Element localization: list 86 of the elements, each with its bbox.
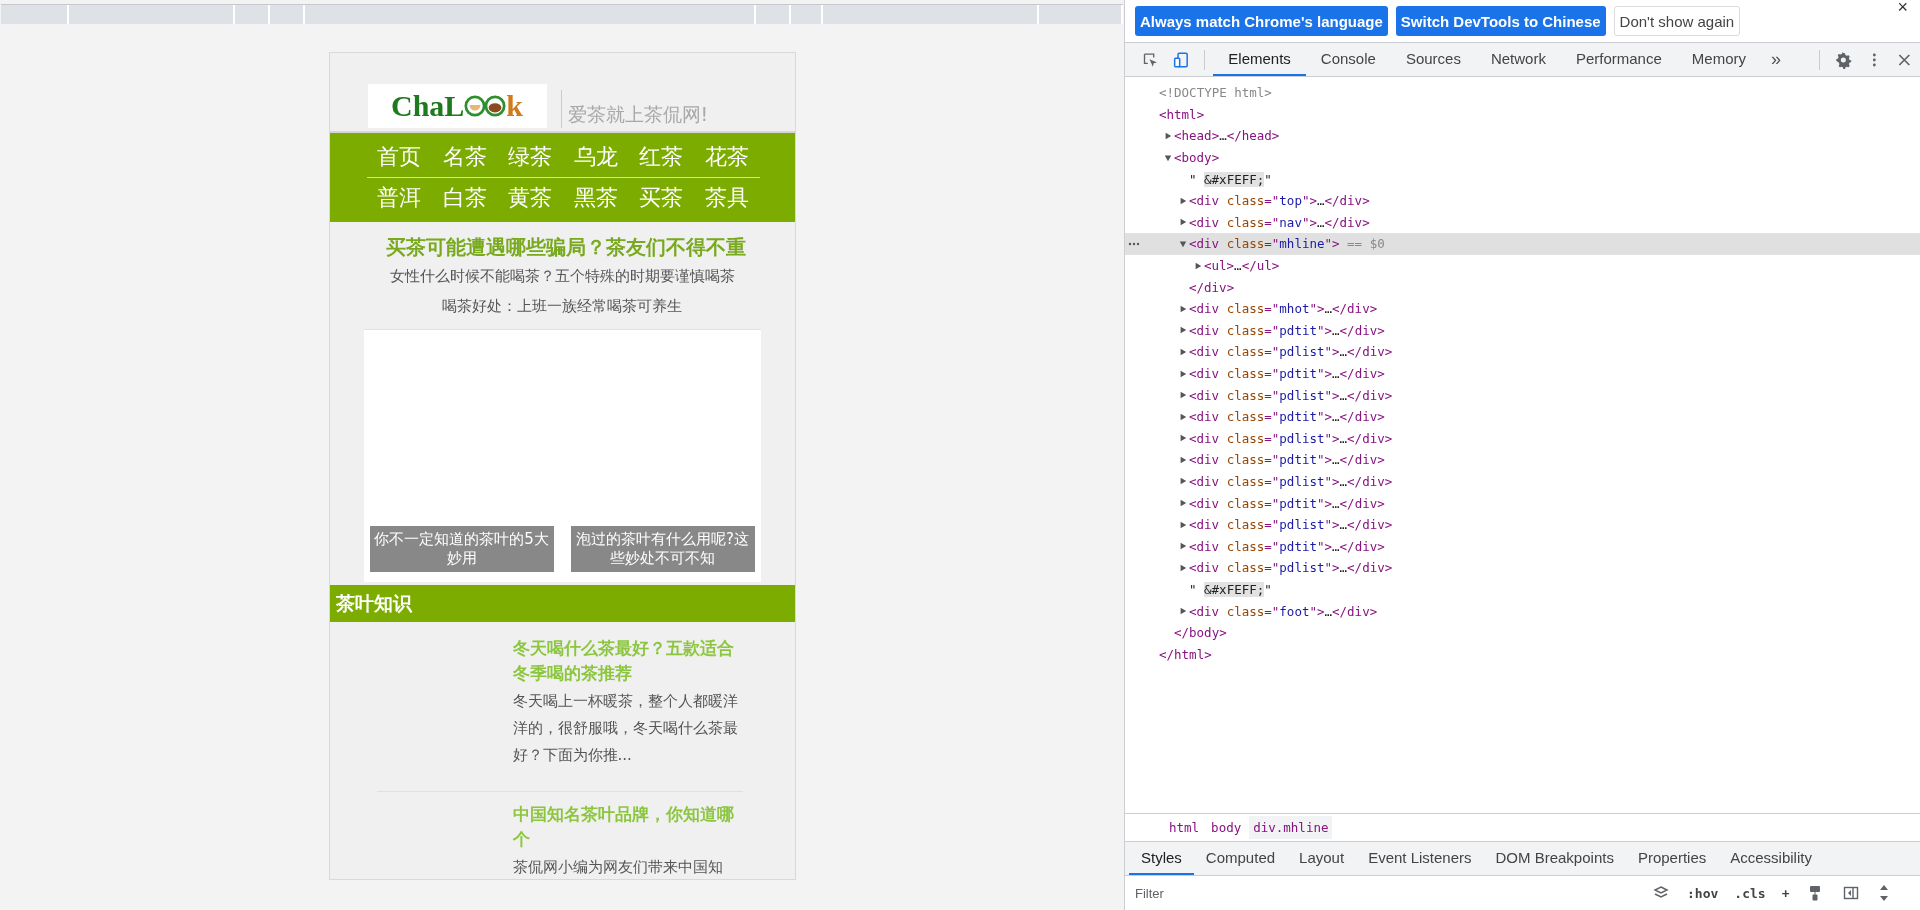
dom-node[interactable]: <div class="pdlist">…</div>: [1189, 517, 1393, 533]
article-summary: 冬天喝上一杯暖茶，整个人都暖洋洋的，很舒服哦，冬天喝什么茶最好？下面为你推...: [512, 691, 739, 766]
panel-tab[interactable]: Console: [1305, 43, 1391, 76]
dom-node[interactable]: <div class="top">…</div>: [1189, 193, 1370, 209]
teapot-icon: [464, 94, 507, 118]
breadcrumb[interactable]: div.mhline: [1249, 816, 1333, 839]
panel-tab[interactable]: Memory: [1676, 43, 1761, 76]
news-link[interactable]: 喝茶好处：上班一族经常喝茶可养生: [329, 291, 795, 321]
expand-arrow-icon[interactable]: [1179, 607, 1187, 616]
dom-node[interactable]: <ul>…</ul>: [1204, 258, 1280, 274]
banner-button[interactable]: Switch DevTools to Chinese: [1395, 6, 1606, 36]
banner-button[interactable]: Always match Chrome's language: [1135, 6, 1388, 36]
dom-node[interactable]: </html>: [1159, 646, 1212, 662]
expand-arrow-icon[interactable]: [1179, 455, 1187, 464]
dom-node[interactable]: <div class="nav">…</div>: [1189, 214, 1370, 230]
dom-node[interactable]: <div class="pdtit">…</div>: [1189, 322, 1385, 338]
expand-arrow-icon[interactable]: [1179, 391, 1187, 400]
expand-arrow-icon[interactable]: [1179, 218, 1187, 227]
dom-node[interactable]: </body>: [1174, 625, 1227, 641]
pane-tab[interactable]: DOM Breakpoints: [1483, 842, 1626, 875]
pane-tab[interactable]: Layout: [1287, 842, 1357, 875]
pane-tab[interactable]: Accessibility: [1718, 842, 1824, 875]
dom-node[interactable]: <div class="pdtit">…</div>: [1189, 452, 1385, 468]
pane-tab[interactable]: Styles: [1129, 842, 1194, 875]
close-button[interactable]: ×: [1897, 0, 1908, 18]
slide-caption[interactable]: 泡过的茶叶有什么用呢?这些妙处不可不知: [570, 526, 755, 572]
expand-arrow-icon[interactable]: [1179, 196, 1187, 205]
dom-node[interactable]: <div class="pdlist">…</div>: [1189, 430, 1393, 446]
dom-node[interactable]: <div class="mhot">…</div>: [1189, 301, 1378, 317]
expand-arrow-icon[interactable]: [1179, 412, 1187, 421]
dom-node[interactable]: <div class="mhline"> == $0: [1189, 236, 1385, 252]
expand-arrow-icon[interactable]: [1179, 347, 1187, 356]
device-icon[interactable]: [1172, 50, 1190, 69]
expand-arrow-icon[interactable]: [1179, 434, 1187, 443]
dom-node[interactable]: <head>…</head>: [1174, 128, 1280, 144]
dom-node[interactable]: <div class="pdlist">…</div>: [1189, 344, 1393, 360]
expand-arrow-icon[interactable]: [1179, 542, 1187, 551]
dom-node[interactable]: <div class="pdtit">…</div>: [1189, 366, 1385, 381]
expand-arrow-icon[interactable]: [1179, 499, 1187, 508]
section-title: 茶叶知识: [329, 585, 795, 622]
sidebar-toggle-icon[interactable]: [1843, 885, 1860, 901]
breadcrumb[interactable]: body: [1207, 816, 1246, 839]
dom-node[interactable]: <div class="pdlist">…</div>: [1189, 387, 1393, 403]
pane-tab[interactable]: Computed: [1193, 842, 1288, 875]
news-link[interactable]: 女性什么时候不能喝茶？五个特殊的时期要谨慎喝茶: [329, 261, 795, 291]
expand-arrow-icon[interactable]: [1179, 369, 1187, 378]
panel-tab[interactable]: Performance: [1560, 43, 1677, 76]
panel-tab[interactable]: Elements: [1213, 43, 1306, 76]
slide-caption[interactable]: 你不一定知道的茶叶的5大妙用: [369, 526, 554, 572]
dom-node[interactable]: <div class="pdtit">…</div>: [1189, 495, 1385, 511]
site-logo[interactable]: ChaL k: [367, 84, 547, 128]
layers-icon[interactable]: [1653, 885, 1669, 901]
site-slogan: 爱茶就上茶侃网!: [560, 90, 709, 128]
collapse-arrow-icon[interactable]: [1179, 239, 1187, 248]
dom-node[interactable]: <html>: [1159, 106, 1205, 122]
expand-arrow-icon[interactable]: [1194, 261, 1202, 270]
expand-arrow-icon[interactable]: [1179, 477, 1187, 486]
dom-node[interactable]: <!DOCTYPE html>: [1159, 85, 1272, 101]
article-summary: 茶侃网小编为网友们带来中国知: [512, 857, 724, 878]
dom-node[interactable]: <div class="pdtit">…</div>: [1189, 538, 1385, 554]
node-actions-icon[interactable]: [1128, 242, 1140, 247]
filter-toolbar-button[interactable]: .cls: [1730, 883, 1770, 903]
dom-node[interactable]: <div class="pdtit">…</div>: [1189, 409, 1385, 425]
breadcrumb[interactable]: html: [1165, 816, 1204, 839]
panel-tab[interactable]: Network: [1475, 43, 1561, 76]
inspect-icon[interactable]: [1142, 50, 1159, 69]
settings-icon[interactable]: [1834, 50, 1852, 69]
expand-arrow-icon[interactable]: [1179, 326, 1187, 335]
expand-arrow-icon[interactable]: [1179, 563, 1187, 572]
pane-tab[interactable]: Properties: [1625, 842, 1719, 875]
dom-node[interactable]: <div class="pdlist">…</div>: [1189, 560, 1393, 576]
expand-arrow-icon[interactable]: [1164, 132, 1172, 140]
dom-node[interactable]: <body>: [1174, 150, 1220, 166]
filter-toolbar-button[interactable]: :hov: [1683, 883, 1723, 903]
banner-button[interactable]: Don't show again: [1613, 6, 1741, 36]
dom-node[interactable]: </div>: [1189, 279, 1235, 295]
scroll-arrows-icon[interactable]: [1879, 883, 1890, 903]
collapse-arrow-icon[interactable]: [1164, 153, 1172, 162]
dom-node[interactable]: <div class="foot">…</div>: [1189, 603, 1378, 619]
dom-node[interactable]: <div class="pdlist">…</div>: [1189, 474, 1393, 489]
filter-toolbar-button[interactable]: +: [1777, 883, 1794, 903]
more-tabs-button[interactable]: »: [1760, 49, 1791, 70]
expand-arrow-icon[interactable]: [1179, 304, 1187, 313]
pane-tab[interactable]: Event Listeners: [1356, 842, 1484, 875]
expand-arrow-icon[interactable]: [1179, 520, 1187, 529]
panel-tab[interactable]: Sources: [1390, 43, 1476, 76]
